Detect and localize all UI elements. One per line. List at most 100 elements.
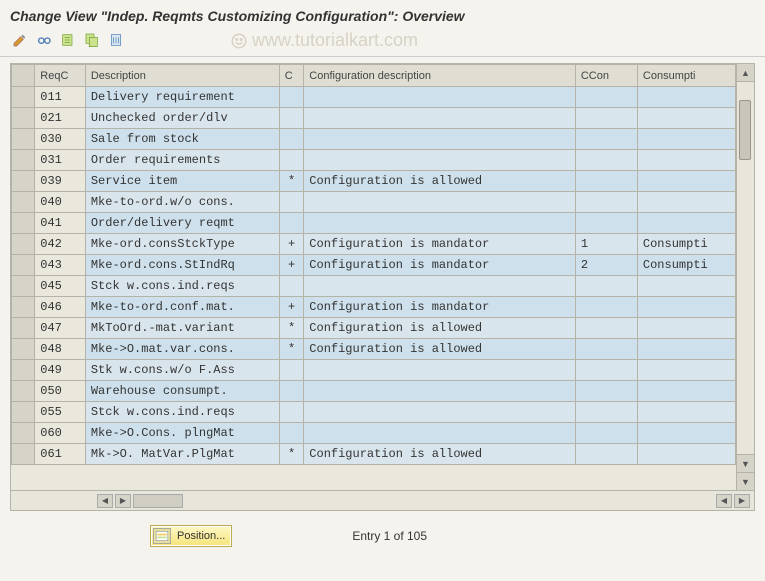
col-config-desc[interactable]: Configuration description [304,65,576,87]
row-selector[interactable] [12,213,35,234]
select-all-header[interactable] [12,65,35,87]
row-selector[interactable] [12,192,35,213]
col-reqc[interactable]: ReqC [35,65,86,87]
cell-description[interactable]: Mke-to-ord.w/o cons. [85,192,279,213]
cell-description[interactable]: Service item [85,171,279,192]
cell-ccon[interactable] [575,171,637,192]
cell-reqc[interactable]: 046 [35,297,86,318]
col-c-indicator[interactable]: C [279,65,304,87]
cell-description[interactable]: Mke-ord.cons.StIndRq [85,255,279,276]
col-description[interactable]: Description [85,65,279,87]
scroll-page-down-button[interactable]: ▼ [737,472,754,490]
cell-consumption[interactable] [637,360,735,381]
table-row[interactable]: 061Mk->O. MatVar.PlgMat*Configuration is… [12,444,736,465]
cell-c-indicator[interactable] [279,381,304,402]
cell-ccon[interactable]: 2 [575,255,637,276]
cell-ccon[interactable] [575,318,637,339]
row-selector[interactable] [12,381,35,402]
vertical-scrollbar[interactable]: ▲ ▼ ▼ [736,64,754,490]
cell-reqc[interactable]: 055 [35,402,86,423]
scroll-up-button[interactable]: ▲ [737,64,754,82]
col-consumption[interactable]: Consumpti [637,65,735,87]
cell-description[interactable]: Stck w.cons.ind.reqs [85,276,279,297]
cell-consumption[interactable] [637,129,735,150]
cell-c-indicator[interactable]: + [279,234,304,255]
hscroll-right2-button[interactable]: ▶ [734,494,750,508]
delete-button[interactable] [106,30,126,50]
table-row[interactable]: 045Stck w.cons.ind.reqs [12,276,736,297]
position-button[interactable]: Position... [150,525,232,547]
cell-reqc[interactable]: 021 [35,108,86,129]
cell-config-desc[interactable] [304,360,576,381]
cell-ccon[interactable] [575,339,637,360]
hscroll-track-left[interactable] [133,494,183,508]
cell-reqc[interactable]: 011 [35,87,86,108]
row-selector[interactable] [12,318,35,339]
scroll-thumb[interactable] [739,100,751,160]
cell-ccon[interactable] [575,276,637,297]
cell-c-indicator[interactable]: + [279,297,304,318]
cell-reqc[interactable]: 060 [35,423,86,444]
cell-consumption[interactable] [637,381,735,402]
row-selector[interactable] [12,87,35,108]
cell-description[interactable]: Stck w.cons.ind.reqs [85,402,279,423]
cell-consumption[interactable] [637,108,735,129]
cell-config-desc[interactable] [304,129,576,150]
cell-consumption[interactable] [637,318,735,339]
cell-config-desc[interactable]: Configuration is mandator [304,234,576,255]
row-selector[interactable] [12,297,35,318]
cell-consumption[interactable] [637,276,735,297]
row-selector[interactable] [12,255,35,276]
cell-config-desc[interactable]: Configuration is mandator [304,255,576,276]
table-row[interactable]: 050Warehouse consumpt. [12,381,736,402]
cell-consumption[interactable] [637,297,735,318]
cell-reqc[interactable]: 042 [35,234,86,255]
cell-c-indicator[interactable]: * [279,444,304,465]
cell-ccon[interactable] [575,87,637,108]
table-row[interactable]: 040Mke-to-ord.w/o cons. [12,192,736,213]
cell-config-desc[interactable] [304,192,576,213]
cell-consumption[interactable] [637,87,735,108]
cell-description[interactable]: Order requirements [85,150,279,171]
cell-ccon[interactable] [575,297,637,318]
row-selector[interactable] [12,339,35,360]
cell-reqc[interactable]: 048 [35,339,86,360]
table-row[interactable]: 048Mke->O.mat.var.cons.*Configuration is… [12,339,736,360]
table-row[interactable]: 021Unchecked order/dlv [12,108,736,129]
cell-consumption[interactable] [637,339,735,360]
cell-c-indicator[interactable] [279,87,304,108]
cell-reqc[interactable]: 031 [35,150,86,171]
cell-description[interactable]: Mk->O. MatVar.PlgMat [85,444,279,465]
cell-c-indicator[interactable] [279,192,304,213]
horizontal-scrollbar[interactable]: ◀ ▶ ◀ ▶ [11,490,754,510]
cell-config-desc[interactable]: Configuration is mandator [304,297,576,318]
table-row[interactable]: 043Mke-ord.cons.StIndRq+Configuration is… [12,255,736,276]
cell-reqc[interactable]: 040 [35,192,86,213]
cell-reqc[interactable]: 047 [35,318,86,339]
cell-description[interactable]: Stk w.cons.w/o F.Ass [85,360,279,381]
cell-config-desc[interactable] [304,108,576,129]
cell-config-desc[interactable] [304,402,576,423]
cell-config-desc[interactable] [304,381,576,402]
cell-reqc[interactable]: 045 [35,276,86,297]
cell-config-desc[interactable]: Configuration is allowed [304,171,576,192]
cell-ccon[interactable] [575,444,637,465]
cell-c-indicator[interactable] [279,360,304,381]
cell-reqc[interactable]: 049 [35,360,86,381]
row-selector[interactable] [12,276,35,297]
cell-ccon[interactable] [575,213,637,234]
table-row[interactable]: 049Stk w.cons.w/o F.Ass [12,360,736,381]
scroll-down-button[interactable]: ▼ [737,454,754,472]
table-row[interactable]: 041Order/delivery reqmt [12,213,736,234]
cell-consumption[interactable] [637,444,735,465]
table-row[interactable]: 047MkToOrd.-mat.variant*Configuration is… [12,318,736,339]
cell-description[interactable]: Sale from stock [85,129,279,150]
cell-ccon[interactable] [575,129,637,150]
row-selector[interactable] [12,360,35,381]
cell-c-indicator[interactable] [279,276,304,297]
cell-consumption[interactable]: Consumpti [637,234,735,255]
cell-config-desc[interactable] [304,213,576,234]
cell-ccon[interactable]: 1 [575,234,637,255]
row-selector[interactable] [12,108,35,129]
cell-reqc[interactable]: 043 [35,255,86,276]
